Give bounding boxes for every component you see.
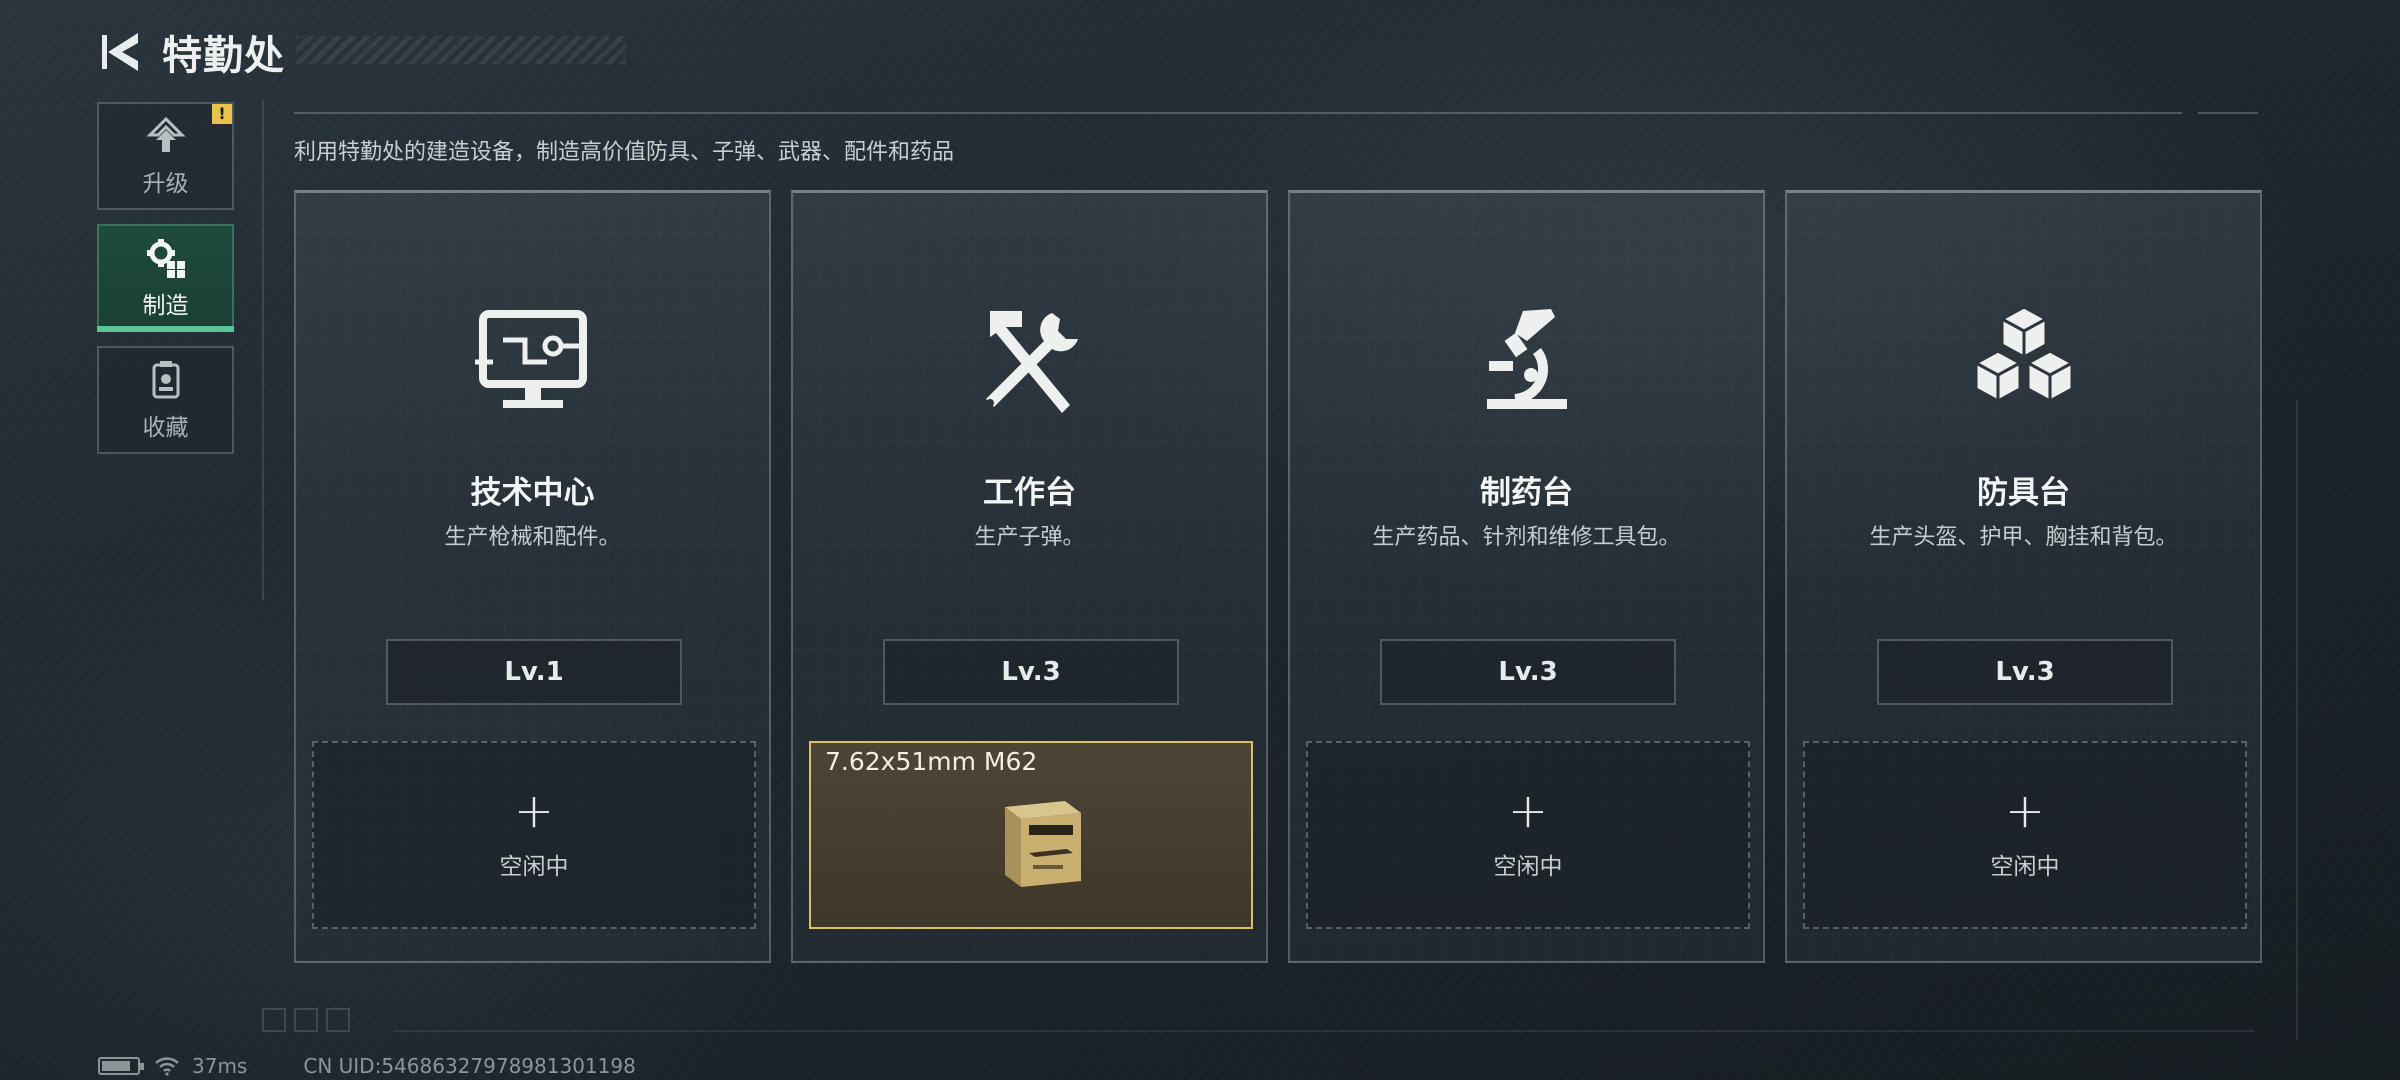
computer-icon bbox=[473, 301, 593, 421]
station-title: 技术中心 bbox=[470, 475, 595, 511]
page-header: 特勤处 bbox=[96, 22, 626, 82]
divider bbox=[394, 1030, 2254, 1032]
sidebar: ! 升级 制造 收藏 bbox=[97, 102, 234, 468]
level-button[interactable]: Lv.3 bbox=[1877, 639, 2173, 705]
sidebar-item-label: 制造 bbox=[142, 293, 189, 319]
station-description: 生产子弹。 bbox=[974, 525, 1085, 550]
production-slot[interactable]: + 空闲中 bbox=[1803, 741, 2247, 929]
back-arrow-icon bbox=[102, 33, 138, 71]
slot-status: 空闲中 bbox=[1493, 854, 1563, 880]
plus-icon: + bbox=[513, 783, 555, 839]
station-title: 工作台 bbox=[983, 475, 1076, 511]
plus-icon: + bbox=[1507, 783, 1549, 839]
wifi-icon bbox=[154, 1056, 180, 1076]
collection-icon bbox=[144, 358, 188, 402]
ammo-box-icon bbox=[989, 791, 1089, 891]
boxes-icon bbox=[1964, 301, 2084, 421]
page-subtitle: 利用特勤处的建造设备，制造高价值防具、子弹、武器、配件和药品 bbox=[294, 140, 955, 165]
battery-icon bbox=[98, 1057, 144, 1075]
sidebar-item-craft[interactable]: 制造 bbox=[97, 224, 234, 332]
station-card-pharmacy[interactable]: 制药台 生产药品、针剂和维修工具包。 Lv.3 + 空闲中 bbox=[1288, 190, 1765, 963]
divider bbox=[262, 100, 264, 600]
station-card-workbench[interactable]: 工作台 生产子弹。 Lv.3 7.62x51mm M62 bbox=[791, 190, 1268, 963]
sidebar-item-collection[interactable]: 收藏 bbox=[97, 346, 234, 454]
divider bbox=[294, 112, 2182, 114]
station-title: 制药台 bbox=[1480, 475, 1573, 511]
production-slot[interactable]: + 空闲中 bbox=[312, 741, 756, 929]
station-description: 生产药品、针剂和维修工具包。 bbox=[1372, 525, 1681, 550]
level-button[interactable]: Lv.3 bbox=[883, 639, 1179, 705]
status-bar: 37ms CN UID:5468632797898130119​8 bbox=[98, 1054, 636, 1078]
ping-value: 37ms bbox=[192, 1054, 248, 1078]
sidebar-item-label: 升级 bbox=[142, 171, 189, 197]
slot-status: 空闲中 bbox=[499, 854, 569, 880]
station-description: 生产头盔、护甲、胸挂和背包。 bbox=[1869, 525, 2178, 550]
station-card-armor[interactable]: 防具台 生产头盔、护甲、胸挂和背包。 Lv.3 + 空闲中 bbox=[1785, 190, 2262, 963]
user-uid: CN UID:5468632797898130119​8 bbox=[303, 1054, 636, 1078]
production-slot[interactable]: + 空闲中 bbox=[1306, 741, 1750, 929]
slot-status: 空闲中 bbox=[1990, 854, 2060, 880]
gears-icon bbox=[144, 236, 188, 280]
sidebar-item-upgrade[interactable]: ! 升级 bbox=[97, 102, 234, 210]
upgrade-icon bbox=[144, 114, 188, 158]
item-name: 7.62x51mm M62 bbox=[825, 747, 1038, 776]
production-slot-active[interactable]: 7.62x51mm M62 bbox=[809, 741, 1253, 929]
bottom-decoration bbox=[262, 1008, 350, 1032]
station-card-tech-center[interactable]: 技术中心 生产枪械和配件。 Lv.1 + 空闲中 bbox=[294, 190, 771, 963]
plus-icon: + bbox=[2004, 783, 2046, 839]
back-button[interactable] bbox=[96, 26, 146, 78]
divider bbox=[2296, 400, 2298, 1040]
microscope-icon bbox=[1467, 301, 1587, 421]
station-description: 生产枪械和配件。 bbox=[444, 525, 621, 550]
page-title: 特勤处 bbox=[162, 33, 285, 79]
sidebar-item-label: 收藏 bbox=[142, 415, 189, 441]
hammer-wrench-icon bbox=[970, 301, 1090, 421]
title-decoration bbox=[296, 36, 626, 64]
station-title: 防具台 bbox=[1977, 475, 2070, 511]
alert-badge: ! bbox=[212, 104, 232, 124]
level-button[interactable]: Lv.3 bbox=[1380, 639, 1676, 705]
station-cards: 技术中心 生产枪械和配件。 Lv.1 + 空闲中 工作台 生产子弹。 Lv.3 … bbox=[294, 190, 2262, 963]
divider bbox=[2198, 112, 2258, 114]
level-button[interactable]: Lv.1 bbox=[386, 639, 682, 705]
